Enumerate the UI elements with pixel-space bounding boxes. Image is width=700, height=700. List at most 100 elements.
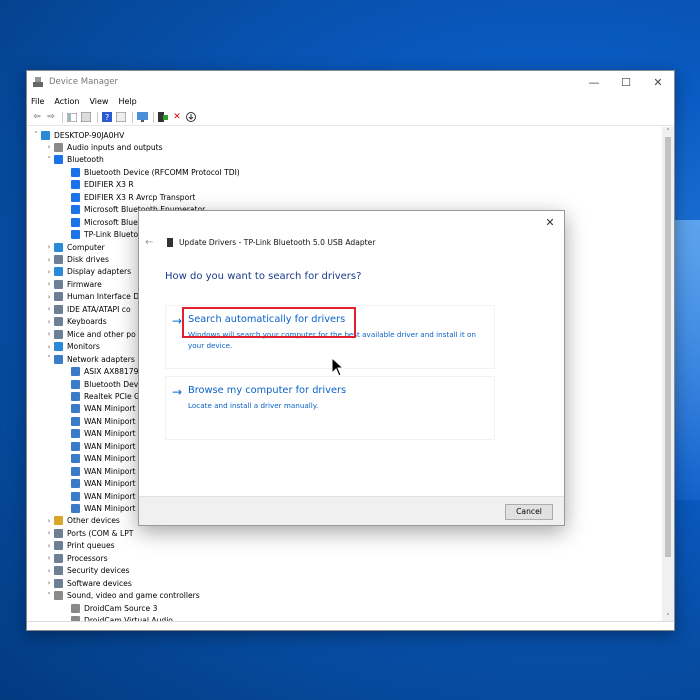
tree-device[interactable]: WAN Miniport xyxy=(71,453,136,465)
tree-device[interactable]: TP-Link Blueto xyxy=(71,229,138,241)
tree-device[interactable]: WAN Miniport xyxy=(71,490,136,502)
dialog-close-icon[interactable]: ✕ xyxy=(542,215,558,231)
tree-category[interactable]: › Disk drives xyxy=(44,254,109,266)
tree-category[interactable]: › Human Interface D xyxy=(44,291,139,303)
maximize-icon[interactable]: ☐ xyxy=(610,71,642,93)
close-icon[interactable]: ✕ xyxy=(642,71,674,93)
tree-item-label: Microsoft Blue xyxy=(84,217,138,227)
menu-help[interactable]: Help xyxy=(118,97,136,106)
browse-computer-option[interactable]: → Browse my computer for drivers Locate … xyxy=(165,376,495,440)
chevron-right-icon[interactable]: › xyxy=(44,143,54,151)
menu-view[interactable]: View xyxy=(89,97,108,106)
chevron-right-icon[interactable]: › xyxy=(44,305,54,313)
chevron-right-icon[interactable]: › xyxy=(44,529,54,537)
menu-action[interactable]: Action xyxy=(54,97,79,106)
tree-device[interactable]: Bluetooth Device (RFCOMM Protocol TDI) xyxy=(71,166,240,178)
chevron-right-icon[interactable]: › xyxy=(44,343,54,351)
tree-category[interactable]: › Display adapters xyxy=(44,266,131,278)
tree-category[interactable]: ˅ Network adapters xyxy=(44,353,135,365)
tree-category[interactable]: ˅ Bluetooth xyxy=(44,154,104,166)
scrollbar-thumb[interactable] xyxy=(665,137,671,557)
chevron-down-icon[interactable]: ˅ xyxy=(44,355,54,363)
update-driver-icon[interactable] xyxy=(157,111,169,123)
tree-item-label: Bluetooth Device (RFCOMM Protocol TDI) xyxy=(84,167,240,177)
tree-category[interactable]: › Security devices xyxy=(44,565,130,577)
tree-category[interactable]: › Audio inputs and outputs xyxy=(44,141,163,153)
chevron-right-icon[interactable]: › xyxy=(44,330,54,338)
tree-device[interactable]: DroidCam Source 3 xyxy=(71,602,157,614)
tree-root-computer[interactable]: ˅ DESKTOP-90JA0HV xyxy=(31,129,124,141)
tree-device[interactable]: EDIFIER X3 R Avrcp Transport xyxy=(71,191,195,203)
tree-item-label: TP-Link Blueto xyxy=(84,230,139,240)
chevron-down-icon[interactable]: ˅ xyxy=(44,156,54,164)
tree-category[interactable]: › Other devices xyxy=(44,515,120,527)
tree-device[interactable]: Microsoft Blue xyxy=(71,216,138,228)
tree-category[interactable]: › Keyboards xyxy=(44,316,107,328)
vertical-scrollbar[interactable]: ˄ ˅ xyxy=(662,127,674,622)
disk-icon xyxy=(54,255,63,264)
back-arrow-icon[interactable]: ⇦ xyxy=(31,111,43,123)
tree-device[interactable]: WAN Miniport xyxy=(71,415,136,427)
speaker-icon xyxy=(54,142,63,152)
tree-category[interactable]: › Print queues xyxy=(44,540,115,552)
chevron-right-icon[interactable]: › xyxy=(44,554,54,562)
cancel-button[interactable]: Cancel xyxy=(505,504,553,520)
help-icon[interactable]: ? xyxy=(101,111,113,123)
uninstall-device-icon[interactable]: ✕ xyxy=(171,111,183,123)
tree-item-label: Firmware xyxy=(67,279,102,289)
tree-device[interactable]: WAN Miniport xyxy=(71,403,136,415)
tree-item-label: Security devices xyxy=(67,566,130,576)
show-hide-tree-icon[interactable] xyxy=(66,111,78,123)
chevron-right-icon[interactable]: › xyxy=(44,318,54,326)
tree-category[interactable]: › Firmware xyxy=(44,278,102,290)
chevron-right-icon[interactable]: › xyxy=(44,243,54,251)
tree-device[interactable]: Realtek PCIe G xyxy=(71,390,140,402)
chevron-right-icon[interactable]: › xyxy=(44,268,54,276)
chevron-right-icon[interactable]: › xyxy=(44,542,54,550)
tree-category[interactable]: › Ports (COM & LPT xyxy=(44,527,133,539)
bluetooth-icon xyxy=(54,155,63,165)
tree-category[interactable]: › IDE ATA/ATAPI co xyxy=(44,303,131,315)
view-icon[interactable] xyxy=(115,111,127,123)
chevron-down-icon[interactable]: ˅ xyxy=(31,131,41,139)
menu-file[interactable]: File xyxy=(31,97,44,106)
window-title: Device Manager xyxy=(49,77,119,87)
tree-category[interactable]: › Monitors xyxy=(44,341,100,353)
sound-icon xyxy=(54,591,63,601)
properties-sheet-icon[interactable] xyxy=(80,111,92,123)
scroll-up-icon[interactable]: ˄ xyxy=(662,127,674,137)
chevron-right-icon[interactable]: › xyxy=(44,280,54,288)
tree-device[interactable]: WAN Miniport xyxy=(71,440,136,452)
option-title[interactable]: Browse my computer for drivers xyxy=(188,385,346,396)
tree-device[interactable]: WAN Miniport xyxy=(71,503,136,515)
monitor-icon[interactable] xyxy=(136,111,148,123)
scan-hardware-icon[interactable] xyxy=(185,111,197,123)
tree-device[interactable]: Bluetooth Devi xyxy=(71,378,140,390)
tree-category[interactable]: › Mice and other po xyxy=(44,328,136,340)
chevron-right-icon[interactable]: › xyxy=(44,256,54,264)
forward-arrow-icon[interactable]: ⇨ xyxy=(45,111,57,123)
search-automatically-option[interactable]: → Search automatically for drivers Windo… xyxy=(165,305,495,369)
minimize-icon[interactable]: — xyxy=(578,71,610,93)
tree-device[interactable]: WAN Miniport xyxy=(71,465,136,477)
network-icon xyxy=(71,491,80,501)
tree-category[interactable]: › Software devices xyxy=(44,577,132,589)
tree-category[interactable]: ˅ Sound, video and game controllers xyxy=(44,590,200,602)
tree-device[interactable]: WAN Miniport xyxy=(71,428,136,440)
tree-device[interactable]: WAN Miniport xyxy=(71,478,136,490)
tree-device[interactable]: ASIX AX88179 U xyxy=(71,366,146,378)
tree-item-label: Computer xyxy=(67,242,105,252)
tree-device[interactable]: EDIFIER X3 R xyxy=(71,179,134,191)
chevron-right-icon[interactable]: › xyxy=(44,579,54,587)
chevron-right-icon[interactable]: › xyxy=(44,517,54,525)
dialog-footer: Cancel xyxy=(139,496,564,525)
chevron-down-icon[interactable]: ˅ xyxy=(44,592,54,600)
back-arrow-icon[interactable]: ← xyxy=(145,237,153,248)
tree-category[interactable]: › Computer xyxy=(44,241,105,253)
tree-item-label: WAN Miniport xyxy=(84,404,136,414)
chevron-right-icon[interactable]: › xyxy=(44,567,54,575)
tree-item-label: Monitors xyxy=(67,342,100,352)
tree-category[interactable]: › Processors xyxy=(44,552,108,564)
chevron-right-icon[interactable]: › xyxy=(44,293,54,301)
security-icon xyxy=(54,566,63,576)
